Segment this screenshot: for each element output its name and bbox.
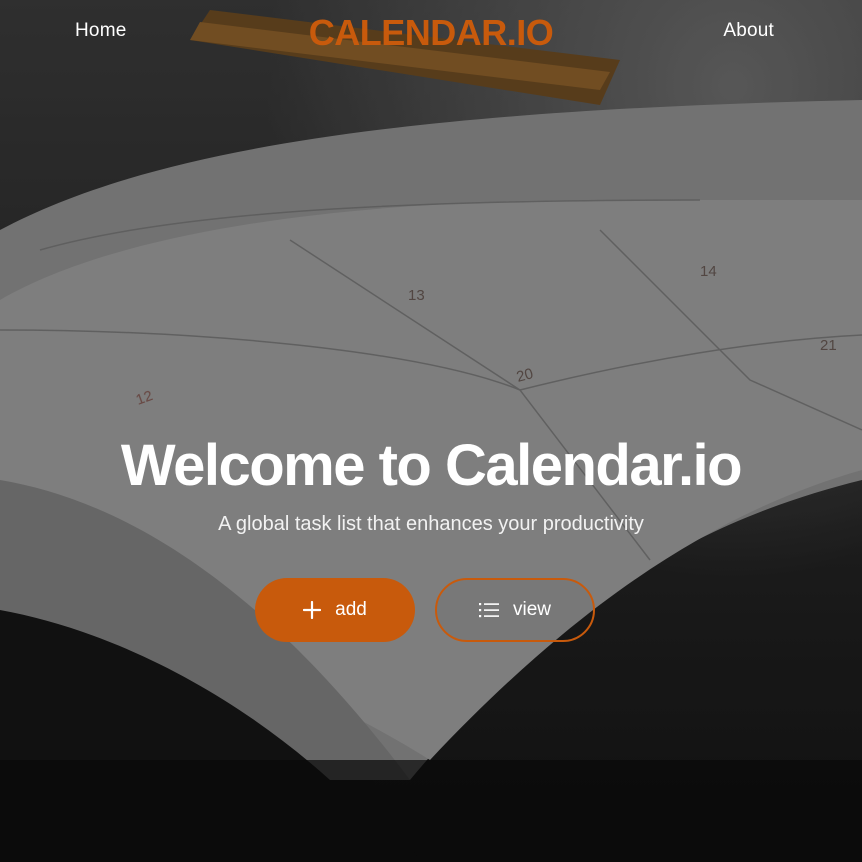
hero-subtitle: A global task list that enhances your pr… (218, 513, 644, 535)
list-icon (478, 602, 499, 618)
hero-overlay (0, 0, 862, 862)
add-button[interactable]: add (255, 578, 415, 642)
view-button[interactable]: view (435, 578, 595, 642)
add-button-label: add (335, 599, 367, 620)
nav-about-link[interactable]: About (723, 20, 774, 42)
top-nav: Home CALENDAR.IO About (0, 0, 862, 64)
hero-title: Welcome to Calendar.io (120, 433, 743, 498)
view-button-label: view (512, 599, 551, 620)
plus-icon (303, 601, 322, 619)
